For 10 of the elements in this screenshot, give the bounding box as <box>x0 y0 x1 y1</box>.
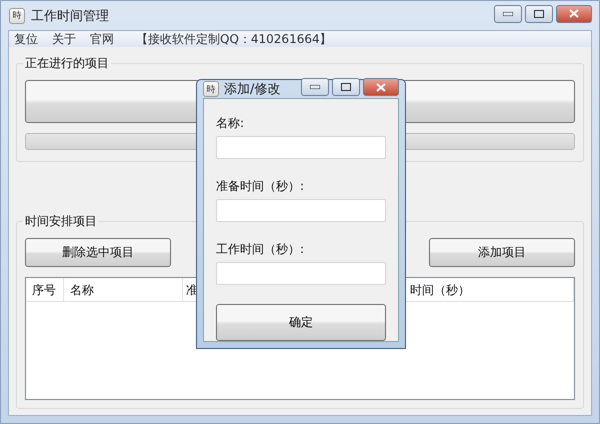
contact-note: 【接收软件定制QQ：410261664】 <box>136 30 332 48</box>
window-title: 工作时间管理 <box>31 8 110 24</box>
dialog-title: 添加/修改 <box>224 81 282 98</box>
app-icon: 時 <box>9 8 25 24</box>
group-title: 正在进行的项目 <box>23 55 111 72</box>
app-icon: 時 <box>203 81 219 97</box>
field-label: 工作时间（秒）: <box>216 241 306 258</box>
field-label: 准备时间（秒）: <box>216 178 306 195</box>
field-label: 名称: <box>216 115 246 132</box>
group-title: 时间安排项目 <box>23 213 99 230</box>
